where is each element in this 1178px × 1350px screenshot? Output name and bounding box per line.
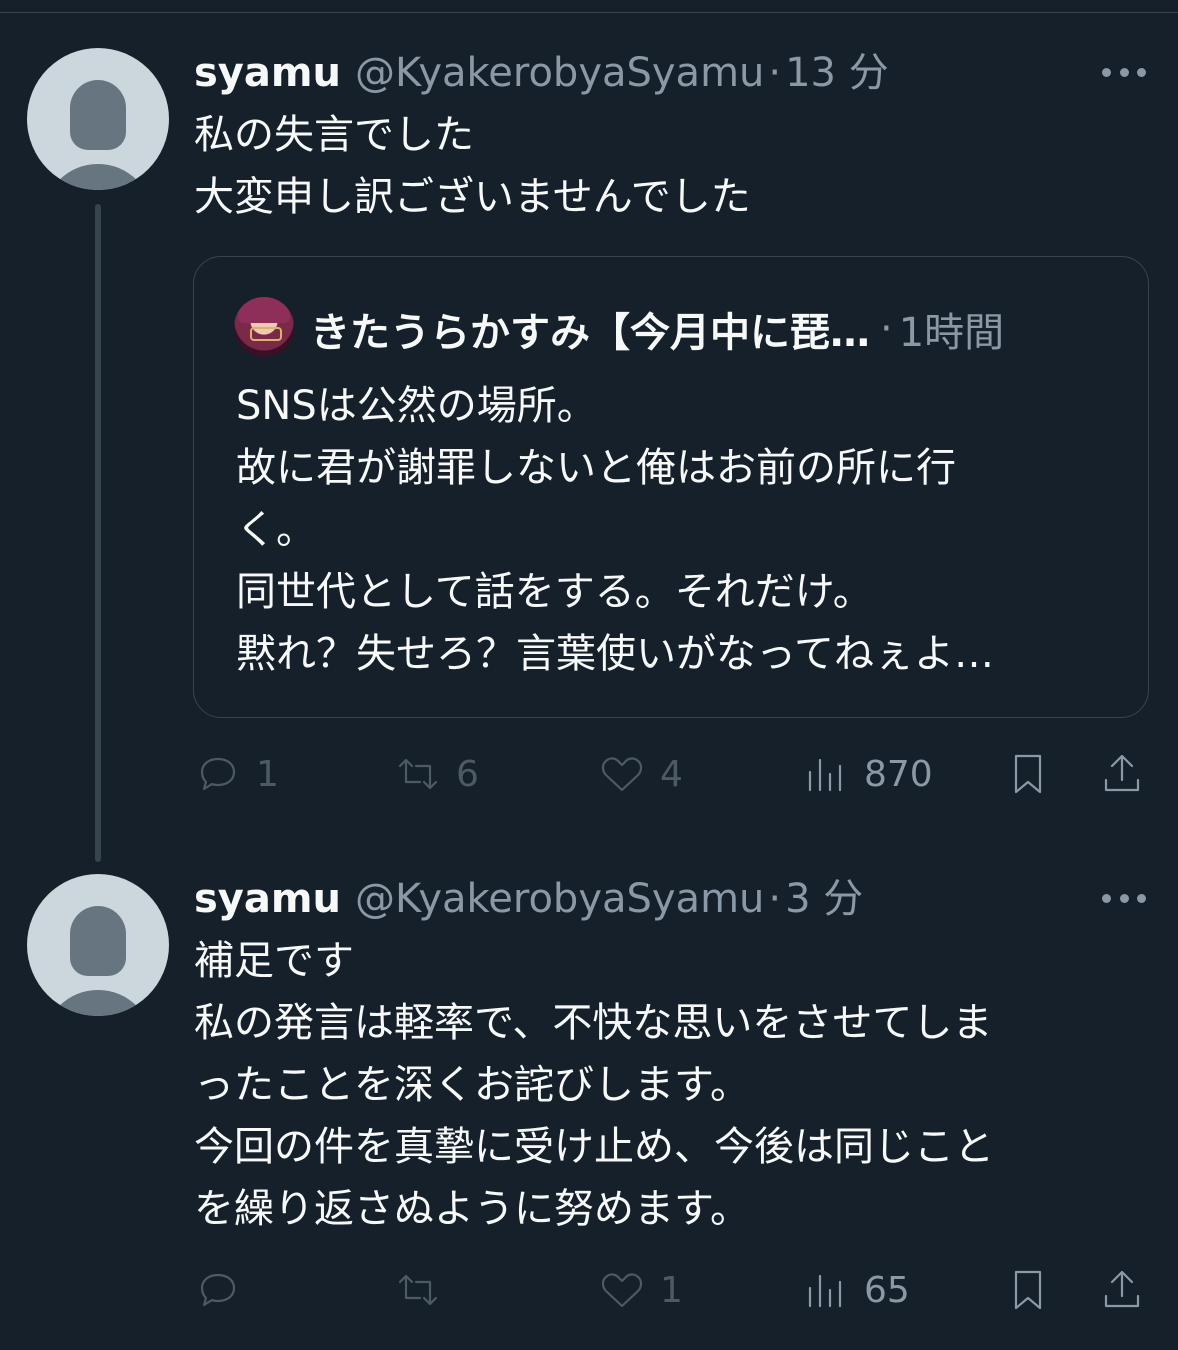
avatar-body-shape — [43, 164, 153, 190]
views-bar-chart-icon — [808, 758, 842, 792]
views-button[interactable]: 65 — [802, 1260, 910, 1320]
tweet-text: 私の失言でした 大変申し訳ございませんでした — [194, 112, 751, 220]
handle[interactable]: @KyakerobyaSyamu — [355, 874, 764, 924]
views-bar-chart-icon — [808, 1274, 842, 1308]
reply-button[interactable]: 1 — [194, 744, 279, 804]
quoted-tweet[interactable]: きたうらかすみ【今月中に琵… · 1時間 SNSは公然の場所。 故に君が謝罪しな… — [193, 256, 1149, 718]
avatar[interactable] — [27, 874, 169, 1016]
avatar[interactable] — [27, 48, 169, 190]
retweet-button[interactable]: 6 — [394, 744, 479, 804]
retweet-count: 6 — [456, 753, 479, 795]
quoted-text: SNSは公然の場所。 故に君が謝罪しないと俺はお前の所に行 く。 同世代として話… — [236, 383, 994, 677]
top-divider — [0, 0, 1178, 13]
action-bar: 1 6 4 870 — [194, 744, 1154, 804]
share-button[interactable] — [1098, 1260, 1146, 1320]
handle[interactable]: @KyakerobyaSyamu — [355, 48, 764, 98]
retweet-button[interactable] — [394, 1260, 456, 1320]
avatar-body-shape — [43, 990, 153, 1016]
reply-icon — [200, 1273, 236, 1307]
like-count: 1 — [660, 1269, 683, 1311]
thread-line — [95, 204, 101, 862]
separator-dot: · — [768, 876, 782, 922]
reply-icon — [200, 757, 236, 791]
share-icon — [1104, 1270, 1140, 1308]
timestamp[interactable]: 3 分 — [785, 874, 863, 924]
heart-icon — [601, 757, 643, 792]
more-options-icon[interactable] — [1102, 884, 1146, 912]
retweet-icon — [398, 1274, 438, 1306]
quoted-avatar — [234, 297, 294, 357]
share-button[interactable] — [1098, 744, 1146, 804]
quoted-header: きたうらかすみ【今月中に琵… · 1時間 — [310, 301, 1004, 357]
display-name[interactable]: syamu — [194, 48, 341, 98]
like-count: 4 — [660, 753, 683, 795]
bookmark-button[interactable] — [1004, 1260, 1052, 1320]
timestamp[interactable]: 13 分 — [785, 48, 889, 98]
like-button[interactable]: 4 — [598, 744, 683, 804]
retweet-icon — [398, 758, 438, 790]
bookmark-icon — [1014, 1270, 1042, 1310]
share-icon — [1104, 754, 1140, 792]
action-bar: 1 65 — [194, 1260, 1154, 1320]
tweet-header: syamu @KyakerobyaSyamu · 3 分 — [194, 874, 863, 924]
separator-dot: · — [880, 306, 893, 352]
views-count: 870 — [864, 753, 933, 795]
tweet-text: 補足です 私の発言は軽率で、不快な思いをさせてしま ったことを深くお詫びします。… — [194, 938, 994, 1232]
separator-dot: · — [768, 50, 782, 96]
views-count: 65 — [864, 1269, 910, 1311]
more-options-icon[interactable] — [1102, 58, 1146, 86]
reply-count: 1 — [256, 753, 279, 795]
heart-icon — [601, 1273, 643, 1308]
reply-button[interactable] — [194, 1260, 256, 1320]
bookmark-icon — [1014, 754, 1042, 794]
display-name[interactable]: syamu — [194, 874, 341, 924]
tweet-header: syamu @KyakerobyaSyamu · 13 分 — [194, 48, 889, 98]
avatar-head-shape — [70, 906, 126, 976]
like-button[interactable]: 1 — [598, 1260, 683, 1320]
quoted-timestamp: 1時間 — [898, 310, 1005, 356]
bookmark-button[interactable] — [1004, 744, 1052, 804]
avatar-head-shape — [70, 80, 126, 150]
quoted-display-name: きたうらかすみ【今月中に琵… — [310, 310, 870, 356]
views-button[interactable]: 870 — [802, 744, 933, 804]
